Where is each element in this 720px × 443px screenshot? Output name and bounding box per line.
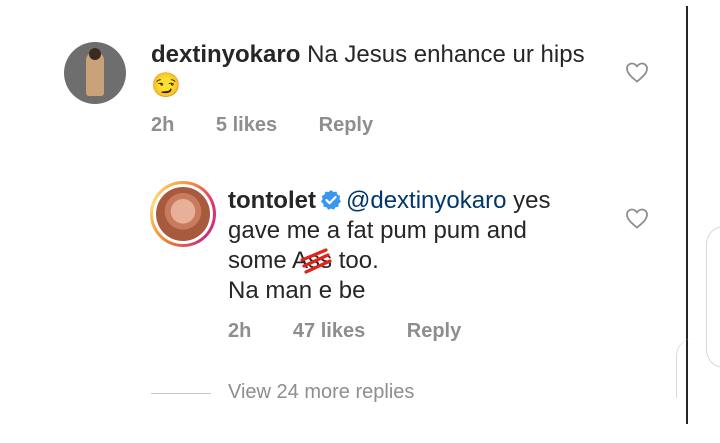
reply-time: 2h: [228, 320, 252, 342]
avatar-head: [89, 48, 101, 60]
comment-username[interactable]: dextinyokaro: [151, 41, 300, 68]
mention-link[interactable]: @dextinyokaro: [346, 187, 506, 214]
reply-button[interactable]: Reply: [319, 114, 373, 136]
view-more-divider: [151, 393, 211, 394]
reply-text-line3: some Ass too.: [228, 247, 379, 274]
side-panel-edge-lower: [676, 338, 707, 398]
likes-count[interactable]: 47 likes: [293, 320, 365, 342]
avatar[interactable]: [150, 181, 216, 247]
emoji: 😏: [151, 72, 181, 99]
view-more-replies-button[interactable]: View 24 more replies: [228, 381, 414, 404]
reply-text-line4: Na man e be: [228, 277, 366, 304]
likes-count[interactable]: 5 likes: [216, 114, 277, 136]
scribble-mark: [300, 248, 332, 274]
comment-text: Na Jesus enhance ur hips: [307, 41, 585, 68]
side-panel-edge: [706, 226, 720, 368]
avatar[interactable]: [64, 42, 126, 104]
reply-username[interactable]: tontolet: [228, 187, 316, 214]
comment: dextinyokaro Na Jesus enhance ur hips 😏 …: [0, 0, 680, 150]
reply-text-line2: gave me a fat pum pum and: [228, 217, 527, 244]
heart-icon[interactable]: [625, 207, 649, 229]
reply: tontolet @dextinyokaro yes gave me a fat…: [0, 150, 680, 370]
reply-text-line1: yes: [513, 187, 551, 214]
comment-time: 2h: [151, 114, 175, 136]
reply-button[interactable]: Reply: [407, 320, 461, 342]
verified-icon: [320, 190, 341, 210]
heart-icon[interactable]: [625, 61, 649, 83]
avatar-photo: [156, 187, 210, 241]
